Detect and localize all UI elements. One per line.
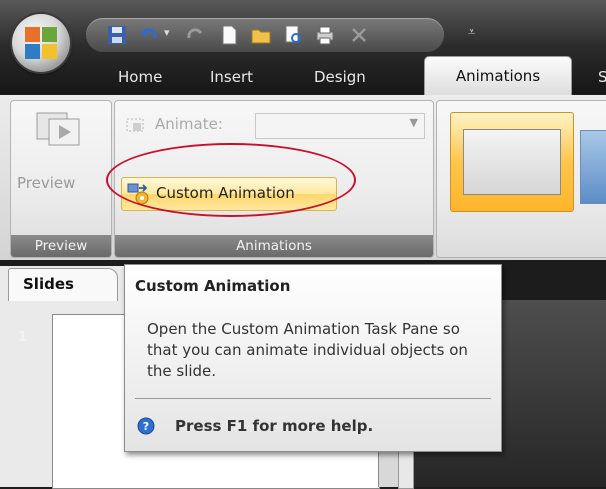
tab-animations[interactable]: Animations — [425, 61, 571, 91]
tooltip-body: Open the Custom Animation Task Pane so t… — [147, 320, 468, 380]
slides-tab-label: Slides — [23, 275, 74, 293]
transition-thumbnail[interactable] — [580, 130, 606, 204]
open-folder-icon[interactable] — [250, 24, 272, 46]
tooltip-divider — [135, 398, 491, 399]
transition-thumbnail-slide — [463, 129, 561, 195]
tooltip: Custom Animation Open the Custom Animati… — [124, 264, 502, 452]
highlight-circle — [106, 143, 356, 217]
print-preview-icon[interactable] — [282, 24, 304, 46]
tab-animations-container[interactable]: Animations — [424, 56, 572, 97]
quick-access-toolbar: ▾ — [86, 18, 444, 52]
tab-home[interactable]: Home — [118, 62, 162, 92]
slide-number: 1 — [18, 330, 28, 345]
customize-toolbar-icon[interactable]: ⩡ — [468, 24, 482, 42]
office-button[interactable] — [12, 14, 70, 72]
save-icon[interactable] — [106, 24, 128, 46]
animate-label: Animate: — [155, 115, 223, 133]
preview-button[interactable]: Preview — [17, 174, 75, 192]
preview-group-label: Preview — [11, 235, 111, 257]
office-logo-icon — [25, 27, 57, 59]
undo-dropdown-icon[interactable]: ▾ — [164, 26, 186, 48]
animate-icon — [126, 118, 144, 132]
animations-group-label: Animations — [115, 235, 433, 257]
help-icon: ? — [137, 417, 155, 435]
tab-insert[interactable]: Insert — [210, 62, 253, 92]
preview-group: Preview Preview — [10, 100, 112, 258]
tab-slides[interactable]: Slides — [8, 268, 118, 301]
undo-icon[interactable] — [138, 24, 160, 46]
svg-text:?: ? — [143, 420, 149, 433]
tab-slide-show[interactable]: S — [598, 62, 606, 92]
preview-icon[interactable] — [31, 109, 85, 155]
animate-row: Animate: ▼ — [125, 113, 425, 139]
close-icon[interactable] — [348, 24, 370, 46]
chevron-down-icon: ▼ — [409, 116, 418, 129]
redo-icon[interactable] — [184, 24, 206, 46]
tooltip-title: Custom Animation — [135, 277, 291, 295]
transition-thumbnail-selected[interactable] — [450, 112, 574, 212]
print-icon[interactable] — [314, 24, 336, 46]
tab-design[interactable]: Design — [314, 62, 366, 92]
new-document-icon[interactable] — [218, 24, 240, 46]
animate-dropdown[interactable]: ▼ — [255, 113, 425, 139]
tooltip-help-text: Press F1 for more help. — [175, 417, 374, 435]
